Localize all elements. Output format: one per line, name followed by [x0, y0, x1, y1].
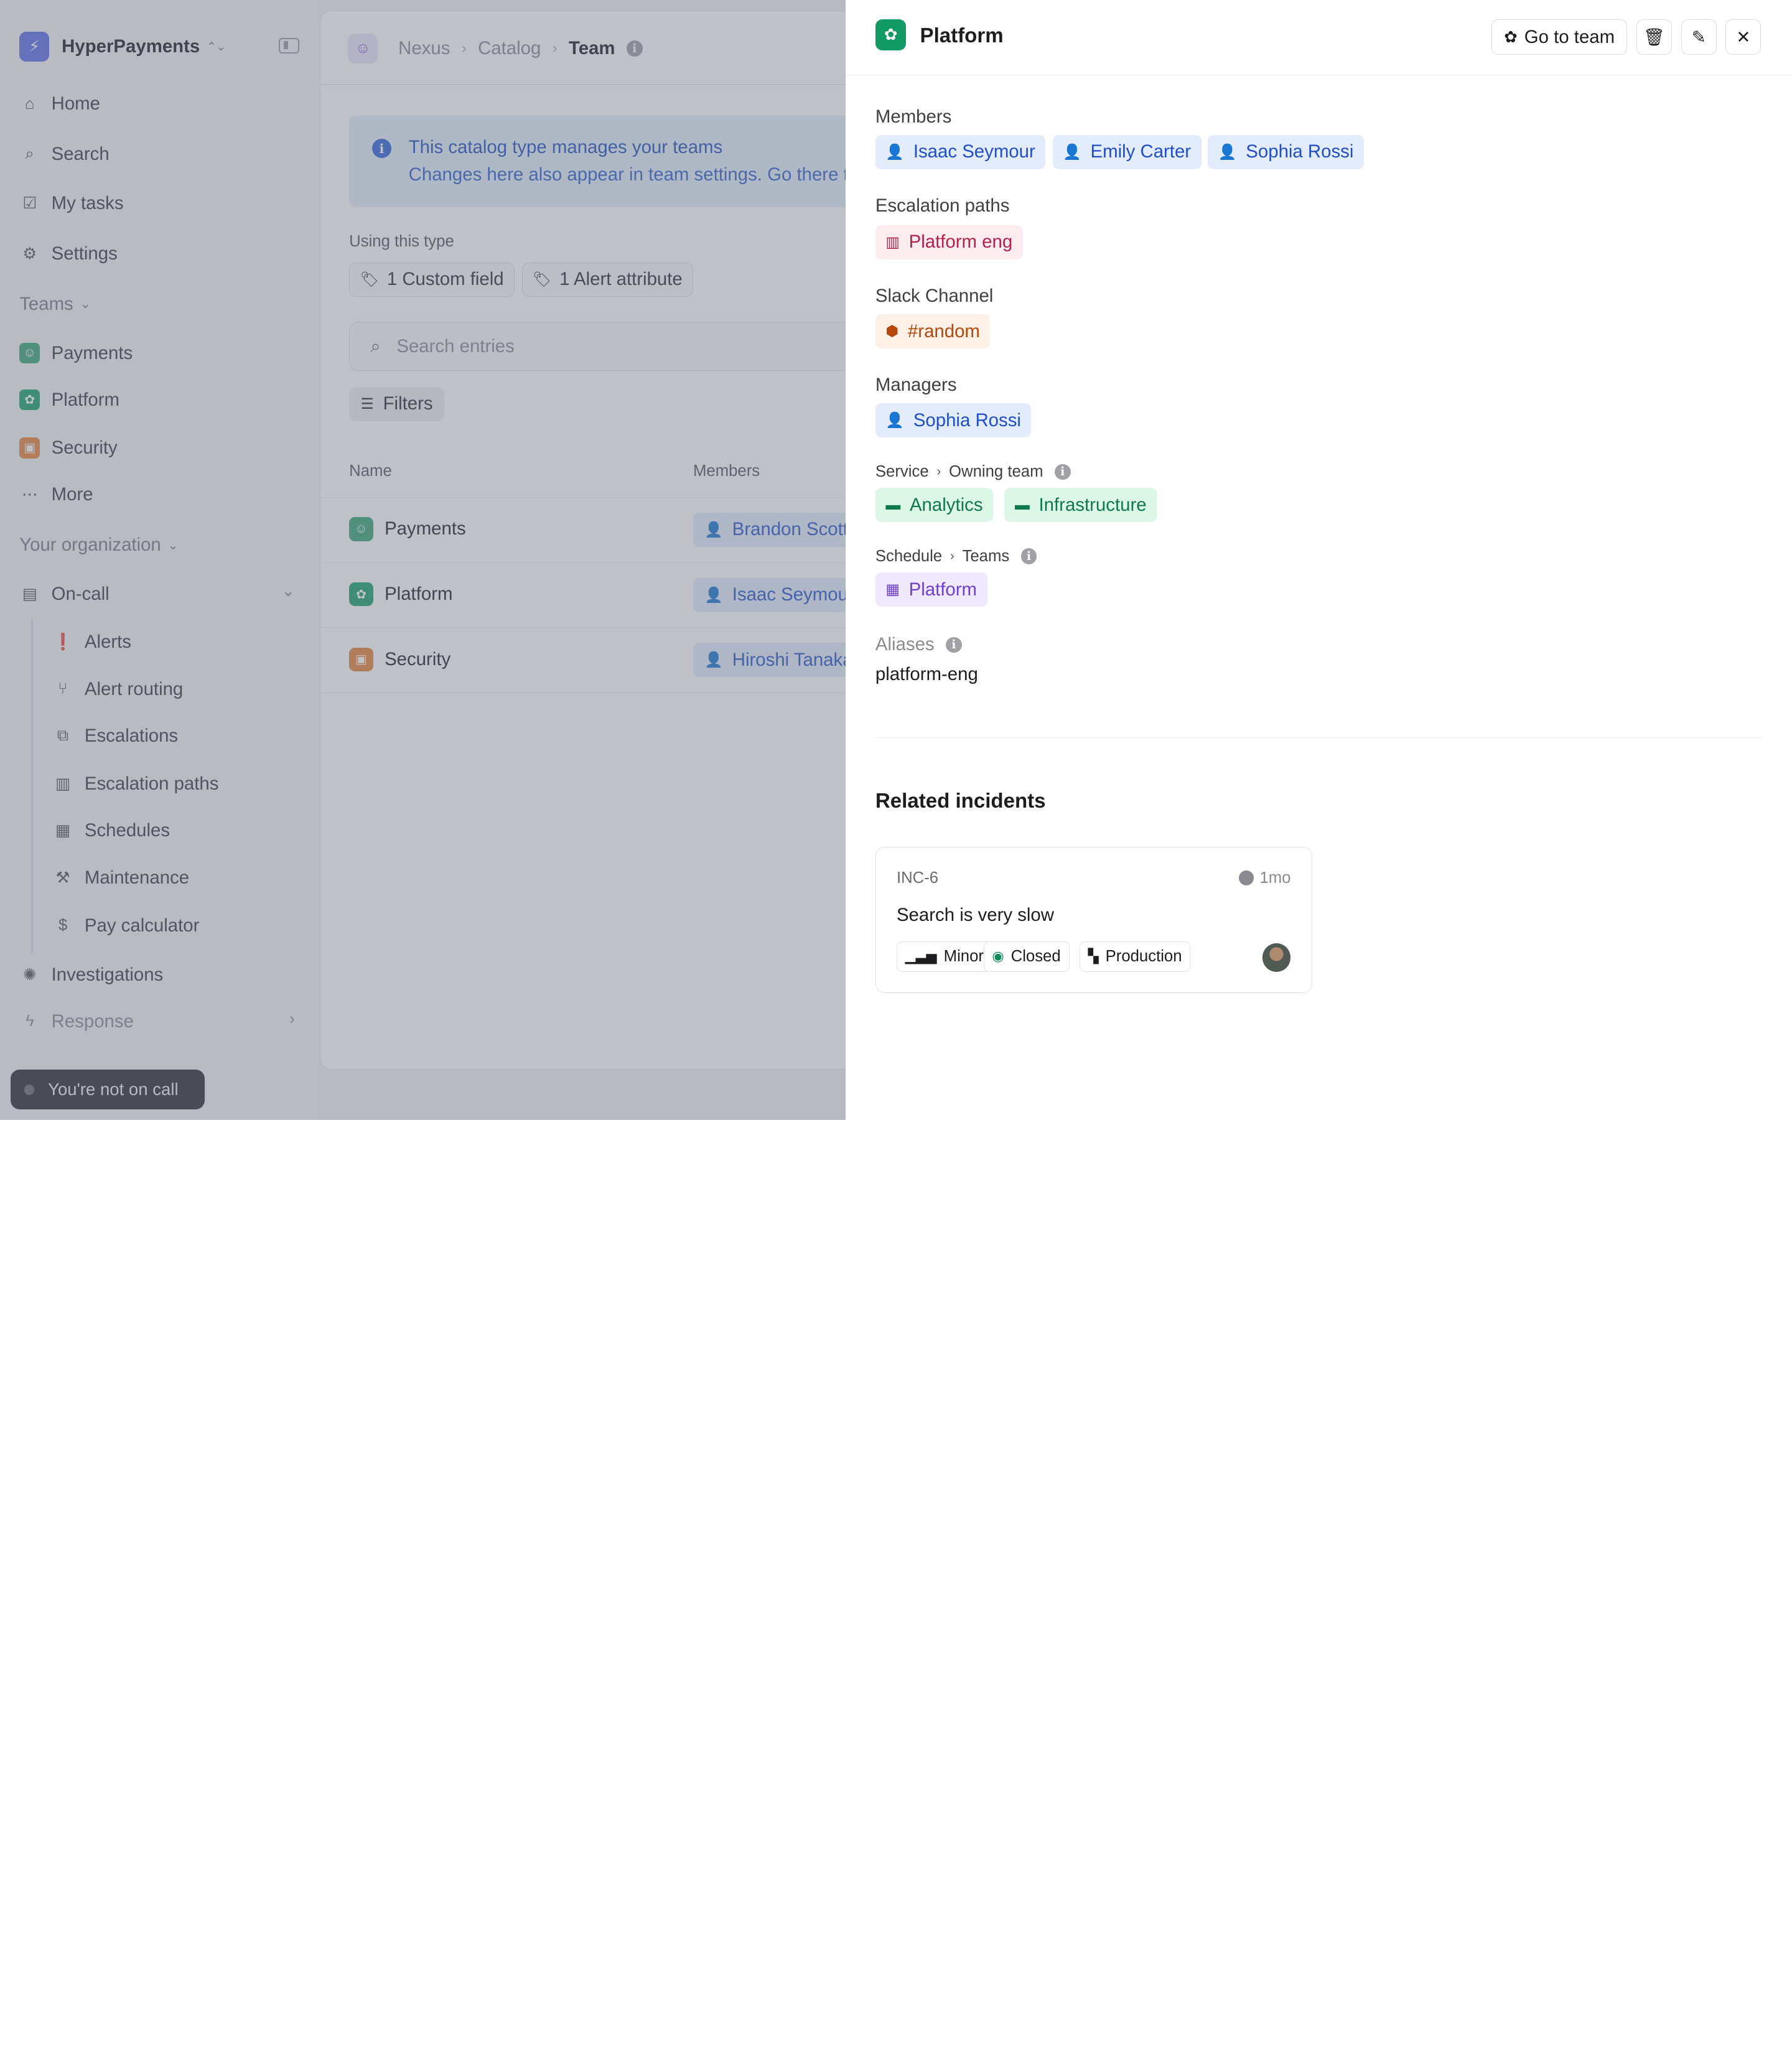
person-icon: 👤: [885, 143, 905, 161]
drawer-title: Platform: [920, 24, 1004, 47]
escalation-path-chip[interactable]: ▥ Platform eng: [875, 225, 1023, 259]
service-chip[interactable]: ▬ Infrastructure: [1004, 488, 1157, 523]
paw-icon: ✿: [1504, 28, 1518, 46]
slack-channel-label: Slack Channel: [875, 286, 994, 307]
incident-id: INC-6: [896, 869, 939, 887]
person-icon: 👤: [1218, 143, 1237, 161]
signal-bars-icon: ▁▃▅: [905, 948, 937, 964]
aliases-label: Aliases i: [875, 634, 962, 655]
go-to-team-button[interactable]: ✿ Go to team: [1491, 19, 1628, 55]
status-badge: ◉ Closed: [983, 941, 1070, 973]
grid-icon: ▚: [1088, 948, 1099, 964]
manager-chip[interactable]: 👤 Sophia Rossi: [875, 403, 1032, 438]
trash-icon: 🗑: [1643, 27, 1666, 47]
avatar: [1262, 943, 1291, 973]
calendar-icon: ▦: [885, 581, 900, 599]
members-label: Members: [875, 106, 952, 127]
clock-icon: [1239, 870, 1254, 886]
status-circle-icon: ◉: [992, 948, 1004, 964]
environment-badge: ▚ Production: [1079, 941, 1191, 973]
team-drawer: ✿ Platform ✿ Go to team 🗑 ✎ ✕ Members 👤 I…: [846, 0, 1792, 1120]
member-chip[interactable]: 👤 Emily Carter: [1052, 134, 1202, 169]
app-root: ⚡ HyperPayments ⌃⌄ ⌂ Home ⌕ Search ☑ My …: [0, 0, 1792, 1120]
service-chip[interactable]: ▬ Analytics: [875, 488, 994, 523]
escalation-paths-label: Escalation paths: [875, 195, 1010, 217]
managers-label: Managers: [875, 375, 957, 396]
cube-icon: ⬢: [885, 323, 899, 340]
paw-icon: ✿: [875, 19, 907, 50]
aliases-value: platform-eng: [875, 664, 978, 685]
slack-channel-chip[interactable]: ⬢ #random: [875, 314, 991, 349]
schedule-chip[interactable]: ▦ Platform: [875, 572, 987, 607]
drawer-header: ✿ Platform ✿ Go to team 🗑 ✎ ✕: [846, 0, 1792, 76]
close-button[interactable]: ✕: [1725, 19, 1762, 55]
book-icon: ▥: [885, 233, 900, 251]
section-divider: [875, 737, 1763, 739]
chevron-right-icon: ›: [936, 464, 941, 478]
info-icon[interactable]: i: [945, 637, 962, 653]
server-icon: ▬: [885, 496, 901, 513]
related-incidents-title: Related incidents: [875, 790, 1046, 813]
edit-button[interactable]: ✎: [1681, 19, 1717, 55]
info-icon[interactable]: i: [1020, 548, 1037, 565]
pencil-icon: ✎: [1691, 27, 1706, 47]
severity-badge: ▁▃▅ Minor: [896, 941, 992, 973]
schedule-teams-label: Schedule › Teams i: [875, 548, 1037, 566]
close-icon: ✕: [1736, 27, 1751, 47]
server-icon: ▬: [1014, 496, 1030, 513]
chevron-right-icon: ›: [950, 549, 954, 563]
person-icon: 👤: [885, 412, 905, 429]
incident-title: Search is very slow: [896, 904, 1054, 925]
incident-age: 1mo: [1239, 869, 1290, 887]
service-owning-team-label: Service › Owning team i: [875, 463, 1071, 481]
delete-button[interactable]: 🗑: [1636, 19, 1673, 55]
person-icon: 👤: [1063, 143, 1081, 161]
info-icon[interactable]: i: [1054, 464, 1071, 480]
member-chip[interactable]: 👤 Sophia Rossi: [1208, 134, 1364, 169]
incident-card[interactable]: INC-6 1mo Search is very slow ▁▃▅ Minor …: [875, 846, 1312, 994]
member-chip[interactable]: 👤 Isaac Seymour: [875, 134, 1046, 169]
